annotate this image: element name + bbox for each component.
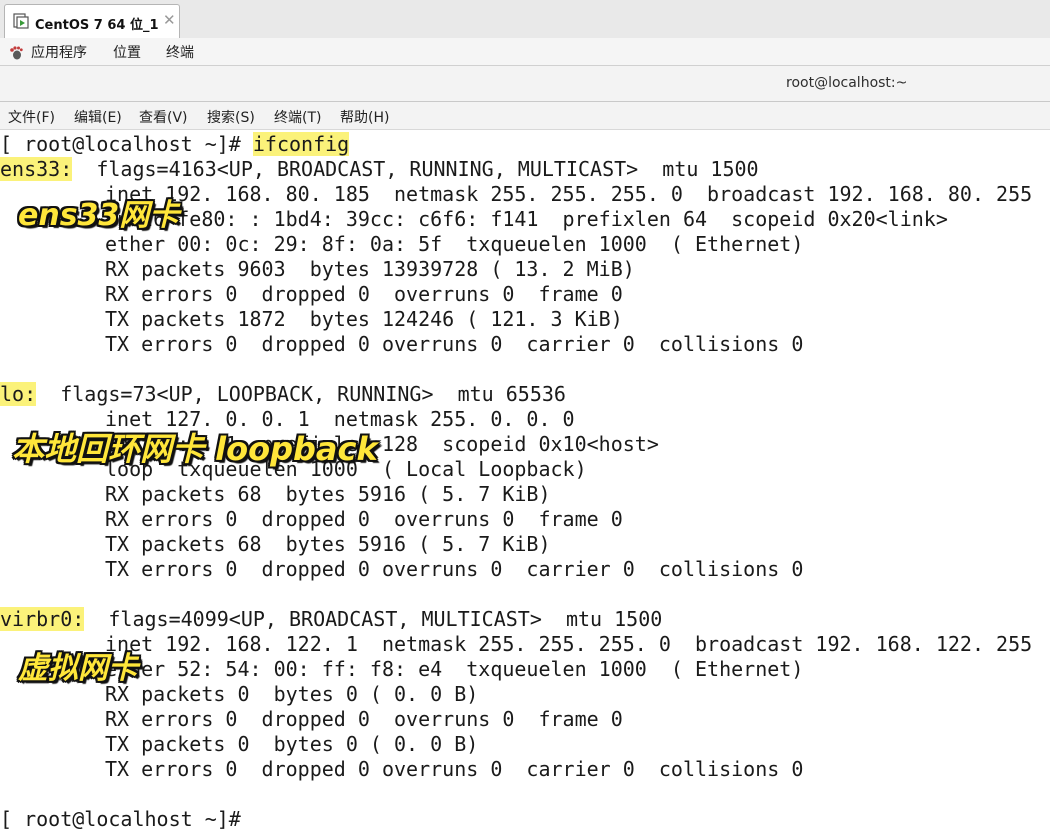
iface-line: inet 192. 168. 80. 185 netmask 255. 255.… <box>105 182 1033 206</box>
menu-search[interactable]: 搜索(S) <box>207 107 255 127</box>
vm-tab-bar: CentOS 7 64 位_1 ✕ <box>0 0 1050 38</box>
window-title: root@localhost:~ <box>786 75 908 91</box>
caption-ens33: ens33网卡 <box>18 198 180 233</box>
iface-flags: flags=73<UP, LOOPBACK, RUNNING> mtu 6553… <box>60 382 566 406</box>
vm-icon <box>13 13 29 29</box>
caption-loopback: 本地回环网卡 loopback <box>12 430 378 468</box>
command-text: ifconfig <box>252 132 350 156</box>
final-prompt: [ root@localhost ~]# <box>0 807 241 831</box>
iface-line: ether 52: 54: 00: ff: f8: e4 txqueuelen … <box>105 657 804 681</box>
iface-line: inet6 fe80: : 1bd4: 39cc: c6f6: f141 pre… <box>105 207 948 231</box>
close-icon[interactable]: ✕ <box>163 12 176 28</box>
command-line: [ root@localhost ~]# ifconfig <box>0 132 350 157</box>
iface-name: virbr0: <box>0 607 85 631</box>
window-header: root@localhost:~ <box>0 66 1050 102</box>
gnome-top-bar: 应用程序 位置 终端 <box>0 38 1050 66</box>
menu-places[interactable]: 位置 <box>113 42 141 62</box>
iface-line: RX packets 9603 bytes 13939728 ( 13. 2 M… <box>105 257 635 281</box>
iface-line: RX errors 0 dropped 0 overruns 0 frame 0 <box>105 507 623 531</box>
vm-tab[interactable]: CentOS 7 64 位_1 ✕ <box>4 4 180 38</box>
iface-line: ether 00: 0c: 29: 8f: 0a: 5f txqueuelen … <box>105 232 804 256</box>
menu-applications[interactable]: 应用程序 <box>31 42 87 62</box>
iface-line: TX packets 1872 bytes 124246 ( 121. 3 Ki… <box>105 307 623 331</box>
iface-header: ens33: flags=4163<UP, BROADCAST, RUNNING… <box>0 157 759 182</box>
iface-line: RX errors 0 dropped 0 overruns 0 frame 0 <box>105 282 623 306</box>
iface-header: lo: flags=73<UP, LOOPBACK, RUNNING> mtu … <box>0 382 566 407</box>
iface-line: TX packets 68 bytes 5916 ( 5. 7 KiB) <box>105 532 551 556</box>
iface-line: inet 192. 168. 122. 1 netmask 255. 255. … <box>105 632 1033 656</box>
iface-flags: flags=4163<UP, BROADCAST, RUNNING, MULTI… <box>96 157 759 181</box>
menu-terminal[interactable]: 终端 <box>166 42 194 62</box>
iface-name: lo: <box>0 382 37 406</box>
iface-flags: flags=4099<UP, BROADCAST, MULTICAST> mtu… <box>108 607 663 631</box>
caption-virbr0: 虚拟网卡 <box>18 651 138 686</box>
vm-tab-title: CentOS 7 64 位_1 <box>35 18 159 33</box>
iface-line: RX packets 68 bytes 5916 ( 5. 7 KiB) <box>105 482 551 506</box>
iface-line: TX errors 0 dropped 0 overruns 0 carrier… <box>105 557 804 581</box>
menu-help[interactable]: 帮助(H) <box>340 107 389 127</box>
iface-name: ens33: <box>0 157 73 181</box>
iface-header: virbr0: flags=4099<UP, BROADCAST, MULTIC… <box>0 607 662 632</box>
iface-line: TX errors 0 dropped 0 overruns 0 carrier… <box>105 757 804 781</box>
menu-view[interactable]: 查看(V) <box>139 107 188 127</box>
iface-line: TX packets 0 bytes 0 ( 0. 0 B) <box>105 732 479 756</box>
menu-edit[interactable]: 编辑(E) <box>74 107 122 127</box>
terminal-menubar: 文件(F) 编辑(E) 查看(V) 搜索(S) 终端(T) 帮助(H) <box>0 102 1050 130</box>
terminal-output[interactable]: [ root@localhost ~]# ifconfig ens33: fla… <box>0 130 1050 840</box>
prompt: [ root@localhost ~]# <box>0 132 253 156</box>
menu-file[interactable]: 文件(F) <box>8 107 55 127</box>
iface-line: TX errors 0 dropped 0 overruns 0 carrier… <box>105 332 804 356</box>
iface-line: RX packets 0 bytes 0 ( 0. 0 B) <box>105 682 479 706</box>
menu-terminal-menu[interactable]: 终端(T) <box>274 107 321 127</box>
gnome-foot-icon <box>10 46 23 60</box>
iface-line: RX errors 0 dropped 0 overruns 0 frame 0 <box>105 707 623 731</box>
